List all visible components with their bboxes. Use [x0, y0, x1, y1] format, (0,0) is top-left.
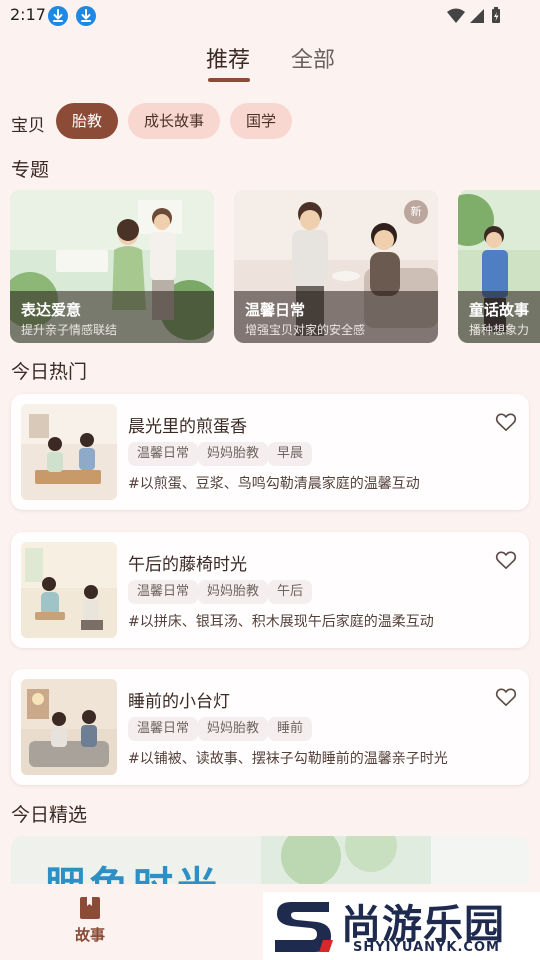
story-tag: 妈妈胎教 [198, 717, 269, 741]
story-tag: 睡前 [268, 717, 313, 741]
story-description: #以拼床、银耳汤、积木展现午后家庭的温柔互动 [128, 614, 434, 630]
filter-label: 宝贝 [11, 116, 45, 136]
topic-carousel[interactable]: 表达爱意 提升亲子情感联结 新 温馨日常 增强宝贝对家的安全感 童话故事 播种想… [10, 190, 540, 343]
topic-caption: 温馨日常 增强宝贝对家的安全感 [234, 291, 438, 343]
system-status-icons [446, 6, 508, 30]
chip-classics[interactable]: 国学 [230, 103, 292, 139]
story-card[interactable]: 午后的藤椅时光 温馨日常 妈妈胎教 午后 #以拼床、银耳汤、积木展现午后家庭的温… [11, 532, 529, 648]
topic-caption: 童话故事 播种想象力 [458, 291, 540, 343]
topic-card[interactable]: 新 温馨日常 增强宝贝对家的安全感 [234, 190, 438, 343]
story-card[interactable]: 晨光里的煎蛋香 温馨日常 妈妈胎教 早晨 #以煎蛋、豆浆、鸟鸣勾勒清晨家庭的温馨… [11, 394, 529, 510]
story-title: 午后的藤椅时光 [128, 555, 247, 575]
tab-all[interactable]: 全部 [291, 42, 335, 74]
story-title: 晨光里的煎蛋香 [128, 417, 247, 437]
battery-icon [492, 7, 500, 23]
favorite-heart-icon[interactable] [495, 687, 517, 711]
watermark-logo-icon [275, 902, 333, 952]
nav-label: 故事 [74, 926, 105, 944]
story-tag: 妈妈胎教 [198, 442, 269, 466]
site-watermark: 尚游乐园 SHYIYUANYK.COM [263, 892, 540, 960]
download-notification-icon [76, 6, 96, 26]
new-badge: 新 [404, 200, 428, 224]
topic-subtitle: 提升亲子情感联结 [21, 323, 118, 337]
story-tag: 午后 [268, 580, 313, 604]
download-notification-icon [48, 6, 68, 26]
chip-prenatal[interactable]: 胎教 [56, 103, 118, 139]
topic-card[interactable]: 表达爱意 提升亲子情感联结 [10, 190, 214, 343]
hot-section-title: 今日热门 [11, 361, 88, 383]
chip-growth-stories[interactable]: 成长故事 [128, 103, 220, 139]
favorite-heart-icon[interactable] [495, 412, 517, 436]
topic-caption: 表达爱意 提升亲子情感联结 [10, 291, 214, 343]
status-bar: 2:17 [0, 0, 540, 32]
topic-title: 表达爱意 [21, 301, 82, 319]
story-tag: 温馨日常 [128, 717, 199, 741]
topic-title: 童话故事 [469, 301, 530, 319]
watermark-subtext: SHYIYUANYK.COM [353, 940, 500, 955]
active-tab-indicator [208, 78, 250, 82]
story-tag: 温馨日常 [128, 442, 199, 466]
topic-title: 温馨日常 [245, 301, 306, 319]
story-tag: 早晨 [268, 442, 313, 466]
story-thumbnail [21, 404, 117, 500]
featured-section-title: 今日精选 [11, 804, 88, 826]
wifi-icon [447, 8, 465, 23]
status-time: 2:17 [10, 5, 46, 24]
cellular-signal-icon [470, 9, 484, 23]
nav-item-story[interactable]: 故事 [45, 884, 135, 945]
topics-section-title: 专题 [11, 159, 50, 181]
story-description: #以铺被、读故事、摆袜子勾勒睡前的温馨亲子时光 [128, 751, 448, 767]
tab-recommended[interactable]: 推荐 [206, 42, 250, 74]
story-tag: 温馨日常 [128, 580, 199, 604]
topic-card[interactable]: 童话故事 播种想象力 [458, 190, 540, 343]
story-description: #以煎蛋、豆浆、鸟鸣勾勒清晨家庭的温馨互动 [128, 476, 420, 492]
book-icon [80, 897, 100, 919]
favorite-heart-icon[interactable] [495, 550, 517, 574]
topic-subtitle: 播种想象力 [469, 323, 530, 337]
story-thumbnail [21, 542, 117, 638]
story-tag: 妈妈胎教 [198, 580, 269, 604]
topic-subtitle: 增强宝贝对家的安全感 [245, 323, 366, 337]
story-title: 睡前的小台灯 [128, 692, 230, 712]
story-card[interactable]: 睡前的小台灯 温馨日常 妈妈胎教 睡前 #以铺被、读故事、摆袜子勾勒睡前的温馨亲… [11, 669, 529, 785]
story-thumbnail [21, 679, 117, 775]
